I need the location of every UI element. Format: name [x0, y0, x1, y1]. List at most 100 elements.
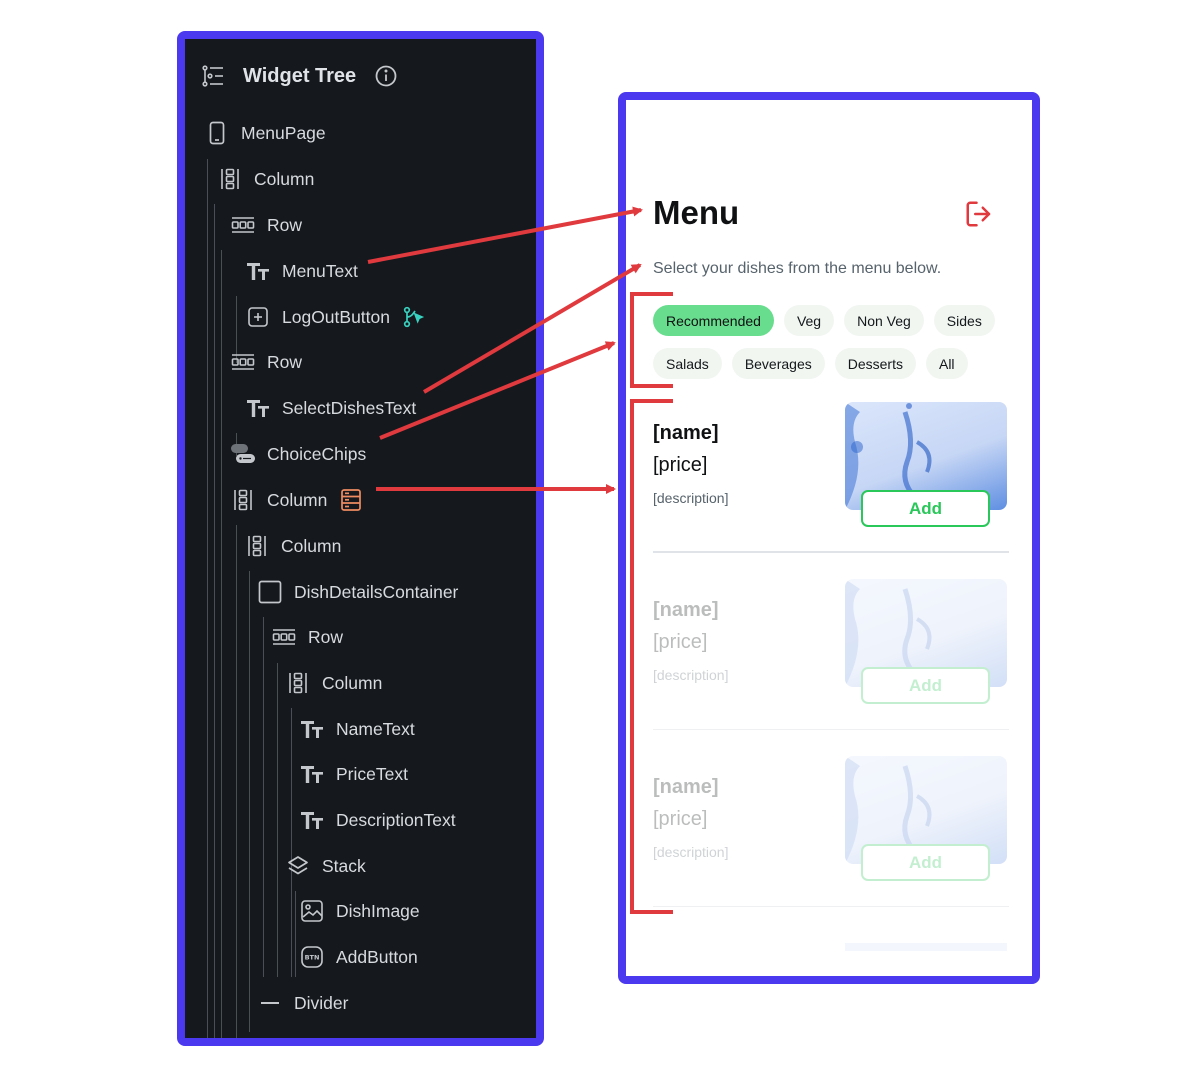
tree-node-menupage[interactable]: MenuPage [205, 118, 326, 148]
tree-list-icon[interactable] [201, 64, 225, 88]
tree-guide [295, 891, 296, 977]
dish-price: [price] [653, 631, 708, 653]
tree-node-descriptiontext[interactable]: DescriptionText [300, 805, 456, 835]
button-icon: BTN [300, 945, 324, 969]
tree-node-addbutton[interactable]: BTN AddButton [300, 942, 418, 972]
tree-node-label: Divider [294, 992, 349, 1013]
tree-node-label: Stack [322, 855, 366, 876]
column-icon [231, 488, 255, 512]
text-icon [246, 259, 270, 283]
tree-node-label: Row [267, 214, 303, 235]
tree-node-row[interactable]: Row [231, 347, 302, 377]
divider [653, 906, 1009, 907]
tree-node-column[interactable]: Column [286, 668, 382, 698]
dish-card: [name] [price] [description] Add [653, 579, 1009, 739]
tree-node-pricetext[interactable]: PriceText [300, 759, 408, 789]
add-button[interactable]: Add [861, 844, 990, 881]
chip-row: Salads Beverages Desserts All [653, 348, 1013, 379]
dish-card: [name] [price] [description] Add [653, 402, 1009, 562]
widget-tree-panel: Widget Tree MenuPage Column Row MenuText… [177, 31, 544, 1046]
chip-veg[interactable]: Veg [783, 305, 835, 336]
dish-name: [name] [653, 422, 719, 444]
tree-node-column[interactable]: Column [245, 531, 341, 561]
row-icon [231, 350, 255, 374]
tree-node-row[interactable]: Row [231, 210, 302, 240]
tree-node-selectdishestext[interactable]: SelectDishesText [246, 393, 416, 423]
column-icon [286, 671, 310, 695]
tree-node-label: Row [308, 626, 344, 647]
tree-node-label: DishDetailsContainer [294, 581, 459, 602]
tree-node-label: Row [267, 351, 303, 372]
tree-node-stack[interactable]: Stack [286, 851, 366, 881]
logout-button[interactable] [963, 198, 995, 230]
tree-node-column[interactable]: Column [218, 164, 314, 194]
tree-node-row[interactable]: Row [272, 622, 343, 652]
divider [653, 551, 1009, 553]
tree-node-dishimage[interactable]: DishImage [300, 896, 420, 926]
chip-beverages[interactable]: Beverages [731, 348, 825, 379]
tree-node-logoutbutton[interactable]: LogOutButton [246, 302, 426, 332]
container-icon [258, 580, 282, 604]
menu-title: Menu [653, 194, 740, 231]
backend-query-icon[interactable] [339, 488, 363, 512]
tree-node-label: ChoiceChips [267, 443, 367, 464]
dish-description: [description] [653, 667, 729, 683]
tree-node-label: PriceText [336, 763, 408, 784]
tree-node-label: MenuText [282, 260, 358, 281]
dish-price: [price] [653, 454, 708, 476]
chip-non-veg[interactable]: Non Veg [844, 305, 924, 336]
row-icon [272, 625, 296, 649]
choice-chips-icon [231, 442, 255, 466]
dish-description: [description] [653, 490, 729, 506]
tree-node-label: NameText [336, 718, 415, 739]
tree-node-label: DishImage [336, 900, 420, 921]
dish-name: [name] [653, 599, 719, 621]
svg-text:BTN: BTN [305, 954, 320, 962]
info-icon[interactable] [374, 64, 398, 88]
column-icon [218, 167, 242, 191]
add-button[interactable]: Add [861, 667, 990, 704]
action-trigger-icon[interactable] [402, 305, 426, 329]
chip-all[interactable]: All [925, 348, 968, 379]
tree-guide [214, 204, 215, 1038]
tree-guide [221, 250, 222, 1038]
tree-node-nametext[interactable]: NameText [300, 714, 415, 744]
tree-node-label: AddButton [336, 946, 418, 967]
tree-node-choicechips[interactable]: ChoiceChips [231, 439, 366, 469]
dish-image-peek [845, 943, 1007, 951]
tree-guide [207, 159, 208, 1038]
text-icon [300, 717, 324, 741]
dish-description: [description] [653, 844, 729, 860]
tree-node-column-dishes[interactable]: Column [231, 485, 363, 515]
tree-node-label: Column [281, 535, 342, 556]
tree-node-menutext[interactable]: MenuText [246, 256, 358, 286]
tree-guide [277, 663, 278, 977]
widget-tree-header: Widget Tree [201, 59, 398, 93]
image-icon [300, 899, 324, 923]
text-icon [246, 396, 270, 420]
tree-node-label: MenuPage [241, 122, 326, 143]
tree-node-label: Column [267, 489, 328, 510]
chip-desserts[interactable]: Desserts [834, 348, 916, 379]
tree-node-label: Column [254, 168, 315, 189]
tree-node-dishdetailscontainer[interactable]: DishDetailsContainer [258, 577, 458, 607]
text-icon [300, 762, 324, 786]
chip-recommended[interactable]: Recommended [653, 305, 774, 336]
chip-sides[interactable]: Sides [933, 305, 995, 336]
chip-salads[interactable]: Salads [653, 348, 722, 379]
add-box-icon [246, 305, 270, 329]
text-icon [300, 808, 324, 832]
dish-card: [name] [price] [description] Add [653, 756, 1009, 916]
add-button[interactable]: Add [861, 490, 990, 527]
choice-chips: Recommended Veg Non Veg Sides Salads Bev… [653, 305, 1013, 391]
tree-node-label: LogOutButton [282, 306, 390, 327]
dish-name: [name] [653, 776, 719, 798]
dish-price: [price] [653, 808, 708, 830]
tree-guide [291, 708, 292, 977]
tree-node-divider[interactable]: Divider [258, 988, 348, 1018]
tree-node-label: Column [322, 672, 383, 693]
chip-row: Recommended Veg Non Veg Sides [653, 305, 1013, 336]
tree-guide [249, 571, 250, 1032]
tree-node-label: DescriptionText [336, 809, 456, 830]
divider [653, 729, 1009, 730]
